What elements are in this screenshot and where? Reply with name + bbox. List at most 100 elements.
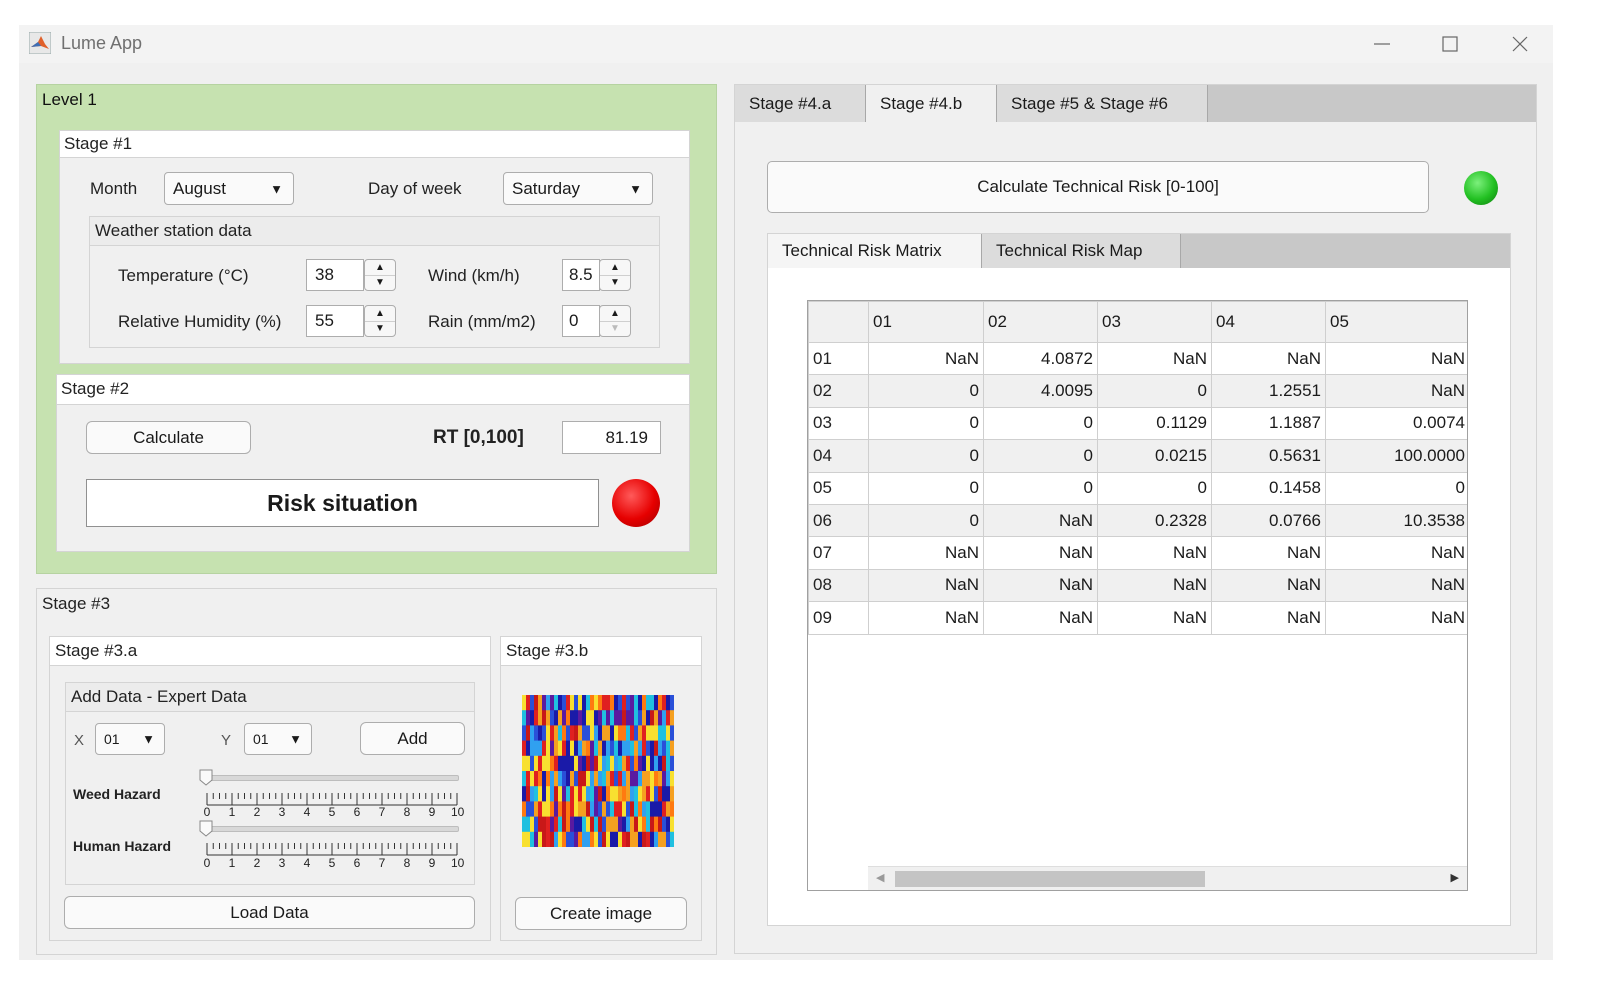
table-cell[interactable]: 1.1887 <box>1211 406 1326 441</box>
table-cell[interactable]: 0 <box>1325 471 1467 505</box>
spinner-down-icon[interactable]: ▼ <box>600 321 630 336</box>
table-cell[interactable]: NaN <box>868 568 984 603</box>
row-header[interactable]: 01 <box>808 341 869 376</box>
create-image-button[interactable]: Create image <box>515 897 687 930</box>
minimize-button[interactable] <box>1362 29 1402 59</box>
table-cell[interactable]: NaN <box>1211 341 1326 376</box>
column-header[interactable]: 05 <box>1325 301 1467 343</box>
humidity-field[interactable]: 55 <box>306 305 364 337</box>
table-cell[interactable]: NaN <box>1325 374 1467 408</box>
human-hazard-slider-thumb[interactable] <box>199 820 213 837</box>
scroll-left-icon[interactable]: ◀ <box>876 871 884 884</box>
table-cell[interactable]: NaN <box>1097 568 1212 603</box>
temperature-spinner[interactable]: ▲ ▼ <box>364 259 396 291</box>
row-header[interactable]: 05 <box>808 471 869 505</box>
table-cell[interactable]: NaN <box>868 601 984 635</box>
tab-stage-4b[interactable]: Stage #4.b <box>866 85 997 122</box>
row-header[interactable]: 04 <box>808 439 869 473</box>
spinner-down-icon[interactable]: ▼ <box>600 275 630 290</box>
tab-stage-4a[interactable]: Stage #4.a <box>735 85 866 122</box>
table-cell[interactable]: 0 <box>868 503 984 538</box>
table-cell[interactable]: NaN <box>983 536 1098 570</box>
spinner-up-icon[interactable]: ▲ <box>365 260 395 276</box>
table-cell[interactable]: NaN <box>1097 341 1212 376</box>
humidity-spinner[interactable]: ▲ ▼ <box>364 305 396 337</box>
table-cell[interactable]: NaN <box>1325 536 1467 570</box>
table-cell[interactable]: NaN <box>983 503 1098 538</box>
spinner-up-icon[interactable]: ▲ <box>600 260 630 276</box>
rain-spinner[interactable]: ▲ ▼ <box>599 305 631 337</box>
wind-spinner[interactable]: ▲ ▼ <box>599 259 631 291</box>
close-button[interactable] <box>1500 29 1540 59</box>
table-cell[interactable]: 4.0872 <box>983 341 1098 376</box>
table-cell[interactable]: 0.0074 <box>1325 406 1467 441</box>
calculate-technical-risk-button[interactable]: Calculate Technical Risk [0-100] <box>767 161 1429 213</box>
x-dropdown[interactable]: 01 ▼ <box>95 723 165 755</box>
table-cell[interactable]: NaN <box>1211 568 1326 603</box>
load-data-button[interactable]: Load Data <box>64 896 475 929</box>
table-cell[interactable]: 100.0000 <box>1325 439 1467 473</box>
human-hazard-slider-track[interactable] <box>205 826 459 832</box>
column-header[interactable]: 03 <box>1097 301 1212 343</box>
table-cell[interactable]: 0.5631 <box>1211 439 1326 473</box>
horizontal-scrollbar[interactable]: ◀ ▶ <box>868 866 1467 890</box>
table-cell[interactable]: 0.1458 <box>1211 471 1326 505</box>
rain-field[interactable]: 0 <box>562 305 600 337</box>
table-cell[interactable]: NaN <box>1325 341 1467 376</box>
table-cell[interactable]: 0 <box>983 471 1098 505</box>
scroll-right-icon[interactable]: ▶ <box>1451 871 1459 884</box>
spinner-down-icon[interactable]: ▼ <box>365 321 395 336</box>
column-header[interactable]: 04 <box>1211 301 1326 343</box>
table-cell[interactable]: 0.1129 <box>1097 406 1212 441</box>
table-cell[interactable]: NaN <box>1325 568 1467 603</box>
row-header[interactable]: 02 <box>808 374 869 408</box>
table-cell[interactable]: 0 <box>868 439 984 473</box>
month-dropdown[interactable]: August ▼ <box>164 172 294 205</box>
temperature-field[interactable]: 38 <box>306 259 364 291</box>
table-cell[interactable]: 10.3538 <box>1325 503 1467 538</box>
table-cell[interactable]: NaN <box>983 568 1098 603</box>
y-dropdown[interactable]: 01 ▼ <box>244 723 312 755</box>
table-cell[interactable]: 0.0766 <box>1211 503 1326 538</box>
spinner-down-icon[interactable]: ▼ <box>365 275 395 290</box>
table-cell[interactable]: 0.0215 <box>1097 439 1212 473</box>
table-cell[interactable]: NaN <box>1211 601 1326 635</box>
row-header[interactable]: 09 <box>808 601 869 635</box>
table-cell[interactable]: 4.0095 <box>983 374 1098 408</box>
table-cell[interactable]: NaN <box>1097 601 1212 635</box>
row-header[interactable]: 08 <box>808 568 869 603</box>
row-header[interactable]: 03 <box>808 406 869 441</box>
column-header[interactable]: 01 <box>868 301 984 343</box>
table-cell[interactable]: NaN <box>868 341 984 376</box>
table-cell[interactable]: NaN <box>1097 536 1212 570</box>
table-cell[interactable]: 0 <box>983 406 1098 441</box>
spinner-up-icon[interactable]: ▲ <box>600 306 630 322</box>
rt-value-field[interactable]: 81.19 <box>562 421 661 454</box>
weed-hazard-slider-track[interactable] <box>205 775 459 781</box>
table-cell[interactable]: 0 <box>1097 374 1212 408</box>
tab-technical-risk-map[interactable]: Technical Risk Map <box>982 234 1181 268</box>
weed-hazard-slider-thumb[interactable] <box>199 769 213 786</box>
tab-stage-5-6[interactable]: Stage #5 & Stage #6 <box>997 85 1208 122</box>
table-cell[interactable]: 0 <box>868 471 984 505</box>
maximize-button[interactable] <box>1430 29 1470 59</box>
column-header[interactable]: 02 <box>983 301 1098 343</box>
table-cell[interactable]: NaN <box>1325 601 1467 635</box>
table-cell[interactable]: 0.2328 <box>1097 503 1212 538</box>
wind-field[interactable]: 8.5 <box>562 259 600 291</box>
spinner-up-icon[interactable]: ▲ <box>365 306 395 322</box>
row-header[interactable]: 06 <box>808 503 869 538</box>
table-cell[interactable]: NaN <box>868 536 984 570</box>
tab-technical-risk-matrix[interactable]: Technical Risk Matrix <box>768 234 982 268</box>
day-of-week-dropdown[interactable]: Saturday ▼ <box>503 172 653 205</box>
calculate-button[interactable]: Calculate <box>86 421 251 454</box>
table-cell[interactable]: 1.2551 <box>1211 374 1326 408</box>
add-button[interactable]: Add <box>360 722 465 755</box>
table-cell[interactable]: NaN <box>1211 536 1326 570</box>
table-cell[interactable]: 0 <box>1097 471 1212 505</box>
table-cell[interactable]: NaN <box>983 601 1098 635</box>
row-header[interactable]: 07 <box>808 536 869 570</box>
scrollbar-thumb[interactable] <box>895 871 1205 887</box>
table-cell[interactable]: 0 <box>983 439 1098 473</box>
table-cell[interactable]: 0 <box>868 374 984 408</box>
